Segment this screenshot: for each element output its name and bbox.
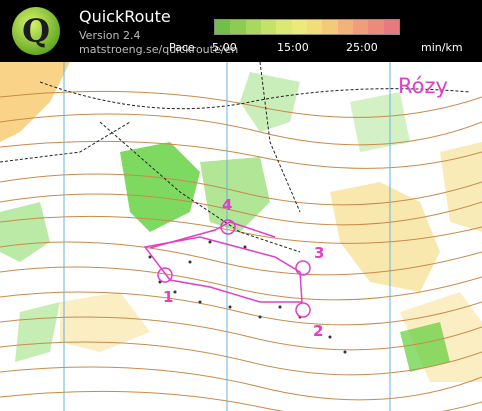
pace-label: Pace bbox=[169, 41, 195, 54]
quickroute-logo-icon: Q bbox=[12, 7, 60, 55]
orienteering-map[interactable]: Rózy 1 2 3 4 bbox=[0, 62, 482, 411]
pace-tick-label: 15:00 bbox=[277, 41, 309, 54]
vegetation-area bbox=[200, 157, 270, 232]
place-name-label: Rózy bbox=[398, 74, 448, 98]
pace-color-cell bbox=[260, 20, 277, 34]
control-number-4: 4 bbox=[222, 196, 233, 214]
pace-color-cell bbox=[276, 20, 292, 34]
pace-color-cell bbox=[230, 20, 246, 34]
control-number-2: 2 bbox=[313, 322, 324, 340]
vegetation-area bbox=[15, 302, 60, 362]
pace-color-cell bbox=[291, 20, 307, 34]
open-land-area bbox=[330, 182, 440, 292]
pace-color-cell bbox=[368, 20, 384, 34]
open-land-area bbox=[0, 62, 70, 142]
pace-color-cell bbox=[322, 20, 338, 34]
open-land-area bbox=[60, 292, 150, 352]
quickroute-header: Q QuickRoute Version 2.4 matstroeng.se/q… bbox=[0, 0, 482, 62]
pace-tick-label: 5:00 bbox=[212, 41, 237, 54]
pace-color-scale bbox=[214, 19, 400, 35]
pace-color-cell bbox=[383, 20, 399, 34]
map-canvas bbox=[0, 62, 482, 411]
pace-color-cell bbox=[245, 20, 261, 34]
pace-color-cell bbox=[306, 20, 323, 34]
vegetation-area bbox=[120, 142, 200, 232]
pace-color-cell bbox=[352, 20, 369, 34]
control-number-3: 3 bbox=[314, 244, 325, 262]
vegetation-area bbox=[350, 92, 410, 152]
pace-unit: min/km bbox=[421, 41, 463, 54]
pace-tick-label: 25:00 bbox=[346, 41, 378, 54]
svg-text:Q: Q bbox=[22, 12, 50, 50]
pace-color-cell bbox=[215, 20, 231, 34]
pace-color-cell bbox=[337, 20, 353, 34]
app-title: QuickRoute bbox=[79, 7, 171, 26]
open-land-area bbox=[440, 142, 482, 232]
app-version: Version 2.4 bbox=[79, 29, 141, 42]
control-number-1: 1 bbox=[163, 288, 174, 306]
vegetation-area bbox=[0, 202, 50, 262]
